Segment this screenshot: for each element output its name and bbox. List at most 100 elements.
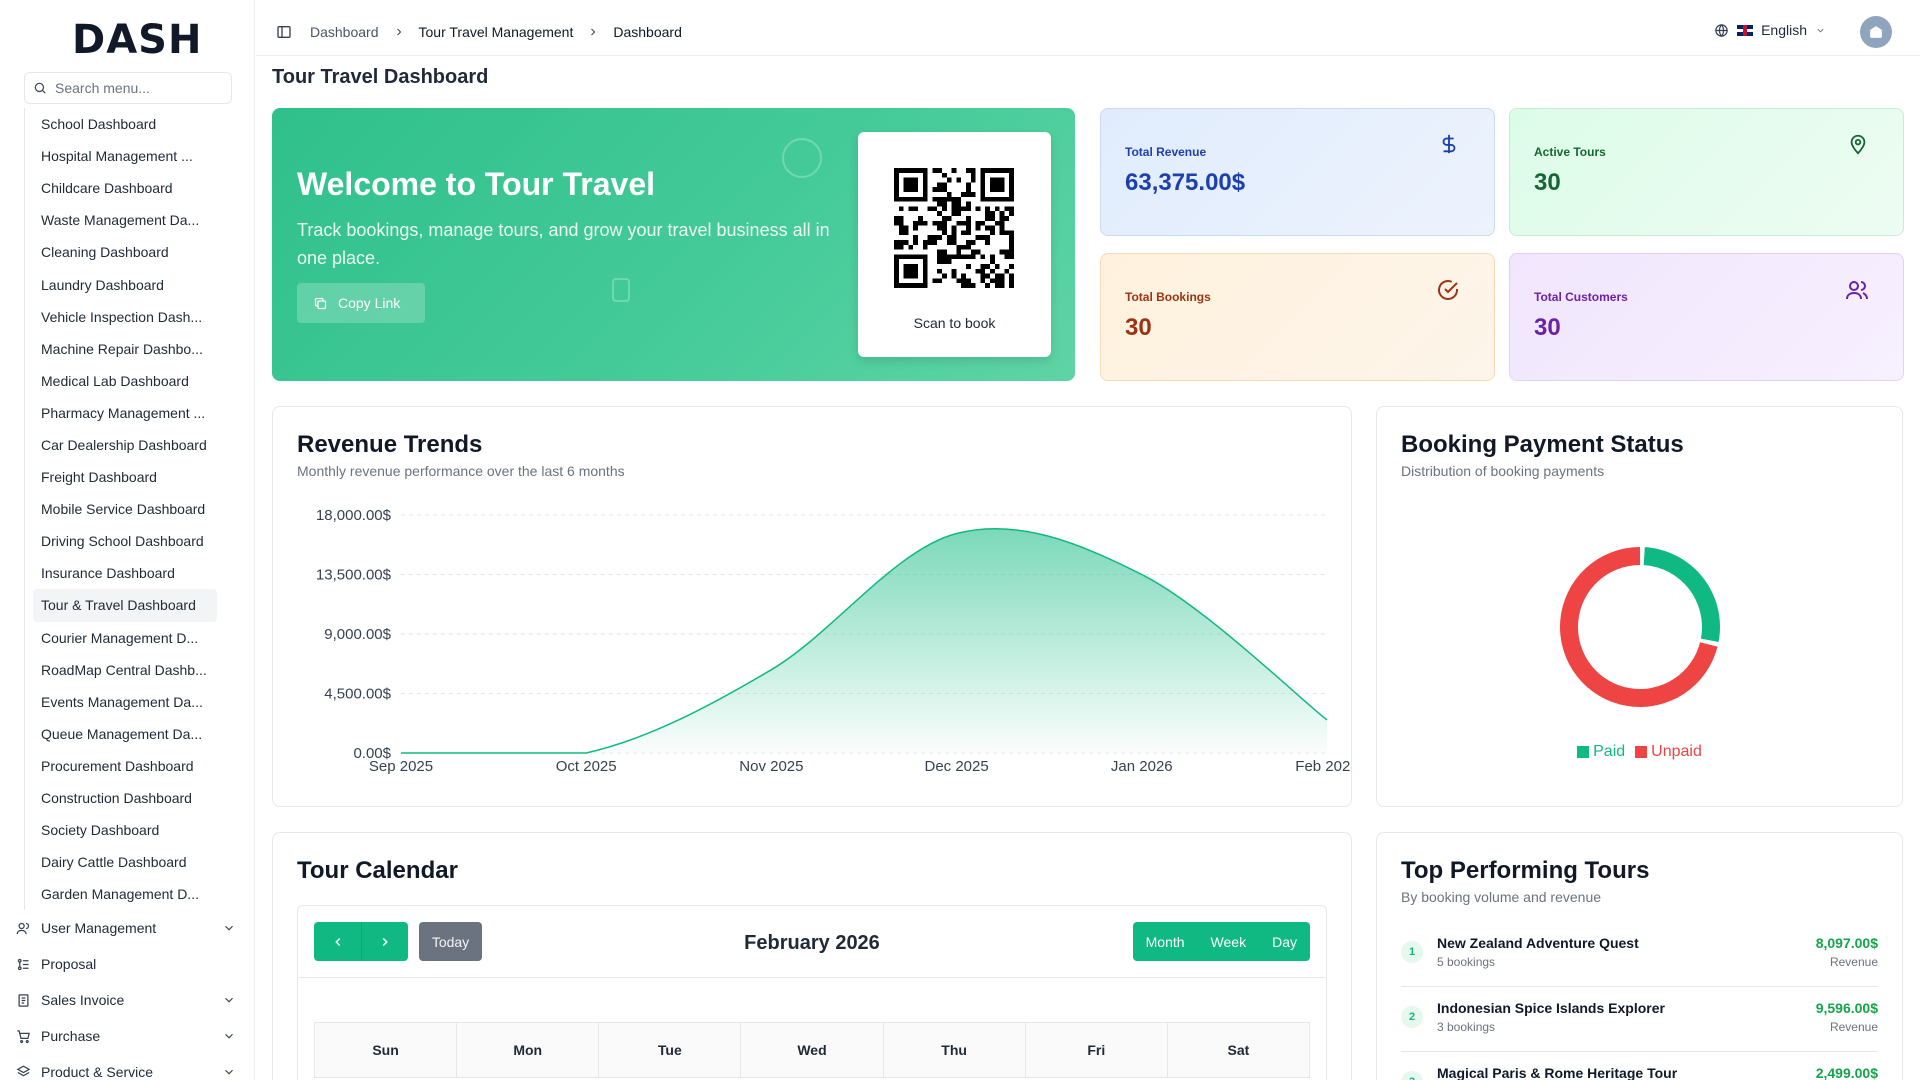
calendar-view-switch: Month Week Day	[1132, 922, 1310, 961]
sidebar-item[interactable]: Queue Management Da...	[33, 718, 217, 750]
sidebar-group-purchase[interactable]: Purchase	[16, 1018, 236, 1054]
map-pin-icon	[1850, 134, 1866, 155]
sidebar-item[interactable]: Cleaning Dashboard	[33, 236, 217, 268]
qr-module	[942, 249, 947, 255]
sidebar-group-product-service[interactable]: Product & Service	[16, 1054, 236, 1080]
qr-module	[961, 278, 966, 284]
qr-module	[898, 206, 904, 212]
qr-module	[1009, 240, 1014, 245]
qr-module	[927, 235, 933, 240]
stat-card-total-bookings: Total Bookings 30	[1100, 253, 1495, 381]
qr-module	[946, 254, 952, 260]
tour-revenue-label: Revenue	[1829, 1020, 1878, 1034]
sidebar-item[interactable]: Procurement Dashboard	[33, 750, 217, 782]
qr-module	[937, 201, 942, 207]
language-label: English	[1761, 22, 1807, 38]
sidebar-item[interactable]: Dairy Cattle Dashboard	[33, 846, 217, 878]
sidebar-item-active[interactable]: Tour & Travel Dashboard	[33, 589, 217, 622]
sidebar-item[interactable]: Society Dashboard	[33, 814, 217, 846]
legend-paid[interactable]: Paid	[1577, 743, 1625, 761]
sidebar-item[interactable]: Mobile Service Dashboard	[33, 493, 217, 525]
qr-module	[951, 168, 957, 173]
qr-module	[966, 168, 971, 173]
sidebar-group-user-management[interactable]: User Management	[16, 910, 236, 946]
qr-module	[942, 196, 947, 202]
search-input[interactable]	[55, 80, 215, 96]
month-view-button[interactable]: Month	[1133, 922, 1198, 961]
sidebar-item[interactable]: School Dashboard	[33, 108, 217, 140]
revenue-trends-card: Revenue Trends Monthly revenue performan…	[272, 406, 1352, 807]
qr-code[interactable]	[894, 168, 1014, 288]
qr-module	[961, 244, 966, 250]
qr-module	[946, 196, 952, 202]
qr-module	[937, 187, 942, 192]
qr-module	[903, 230, 909, 236]
qr-module	[975, 249, 981, 255]
qr-module	[990, 268, 995, 274]
payment-donut-chart[interactable]	[1377, 407, 1903, 737]
sidebar-item[interactable]: Freight Dashboard	[33, 461, 217, 493]
tour-rank: 3	[1401, 1071, 1423, 1080]
tour-row[interactable]: 2 Indonesian Spice Islands Explorer 3 bo…	[1401, 988, 1878, 1052]
avatar[interactable]	[1860, 16, 1892, 48]
welcome-title: Welcome to Tour Travel	[297, 166, 656, 202]
weekday-label: Wed	[741, 1023, 884, 1077]
qr-module	[999, 216, 1005, 221]
sidebar-item[interactable]: Events Management Da...	[33, 686, 217, 718]
copy-link-button[interactable]: Copy Link	[297, 283, 425, 323]
stat-card-total-revenue: Total Revenue 63,375.00$	[1100, 108, 1495, 236]
tour-revenue: 2,499.00$	[1815, 1065, 1878, 1080]
sidebar-group-proposal[interactable]: Proposal	[16, 946, 236, 982]
sidebar-item[interactable]: Hospital Management ...	[33, 140, 217, 172]
sidebar-item[interactable]: Laundry Dashboard	[33, 268, 217, 300]
language-selector[interactable]: English	[1714, 22, 1826, 38]
qr-module	[966, 187, 971, 192]
uk-flag-icon	[1737, 24, 1754, 36]
sidebar-group-label: Proposal	[41, 956, 97, 972]
qr-module	[966, 182, 971, 188]
qr-module	[937, 211, 942, 216]
qr-module	[951, 235, 957, 240]
tour-row[interactable]: 1 New Zealand Adventure Quest 5 bookings…	[1401, 923, 1878, 987]
sidebar-item[interactable]: Childcare Dashboard	[33, 172, 217, 204]
qr-module	[999, 220, 1005, 226]
sidebar-item[interactable]: Waste Management Da...	[33, 204, 217, 236]
sidebar-item[interactable]: Courier Management D...	[33, 622, 217, 654]
sidebar-toggle-icon[interactable]	[276, 24, 292, 40]
tour-row[interactable]: 3 Magical Paris & Rome Heritage Tour 2,4…	[1401, 1053, 1878, 1080]
sidebar-menu: School Dashboard Hospital Management ...…	[24, 108, 234, 911]
qr-module	[903, 225, 909, 231]
qr-module	[937, 225, 942, 231]
x-tick-label: Feb 2026	[1295, 758, 1352, 775]
qr-module	[961, 273, 966, 279]
qr-module	[985, 225, 990, 231]
qr-module	[985, 273, 990, 279]
users-icon	[16, 922, 30, 934]
sidebar-item[interactable]: Car Dealership Dashboard	[33, 429, 217, 461]
day-view-button[interactable]: Day	[1259, 922, 1310, 961]
qr-module	[898, 216, 904, 221]
sidebar-item[interactable]: Machine Repair Dashbo...	[33, 333, 217, 365]
sidebar-item[interactable]: Construction Dashboard	[33, 782, 217, 814]
sidebar-item[interactable]: Garden Management D...	[33, 878, 217, 910]
qr-module	[985, 240, 990, 245]
qr-module	[966, 244, 971, 250]
weekday-label: Sun	[315, 1023, 458, 1077]
sidebar-item[interactable]: Insurance Dashboard	[33, 557, 217, 589]
breadcrumb-item[interactable]: Dashboard	[310, 24, 379, 40]
logo[interactable]: DASH	[72, 17, 202, 63]
sidebar-item[interactable]: Pharmacy Management ...	[33, 397, 217, 429]
sidebar-group-sales-invoice[interactable]: Sales Invoice	[16, 982, 236, 1018]
sidebar-item[interactable]: Medical Lab Dashboard	[33, 365, 217, 397]
sidebar-item[interactable]: Vehicle Inspection Dash...	[33, 301, 217, 333]
sidebar-item[interactable]: RoadMap Central Dashb...	[33, 654, 217, 686]
qr-module	[1004, 268, 1010, 274]
breadcrumb-item[interactable]: Tour Travel Management	[419, 24, 574, 40]
qr-module	[932, 168, 938, 173]
legend-unpaid[interactable]: Unpaid	[1635, 743, 1702, 761]
qr-finder	[990, 177, 1005, 192]
sidebar-item[interactable]: Driving School Dashboard	[33, 525, 217, 557]
revenue-chart[interactable]: 0.00$4,500.00$9,000.00$13,500.00$18,000.…	[273, 407, 1352, 807]
qr-module	[999, 273, 1005, 279]
week-view-button[interactable]: Week	[1198, 922, 1260, 961]
